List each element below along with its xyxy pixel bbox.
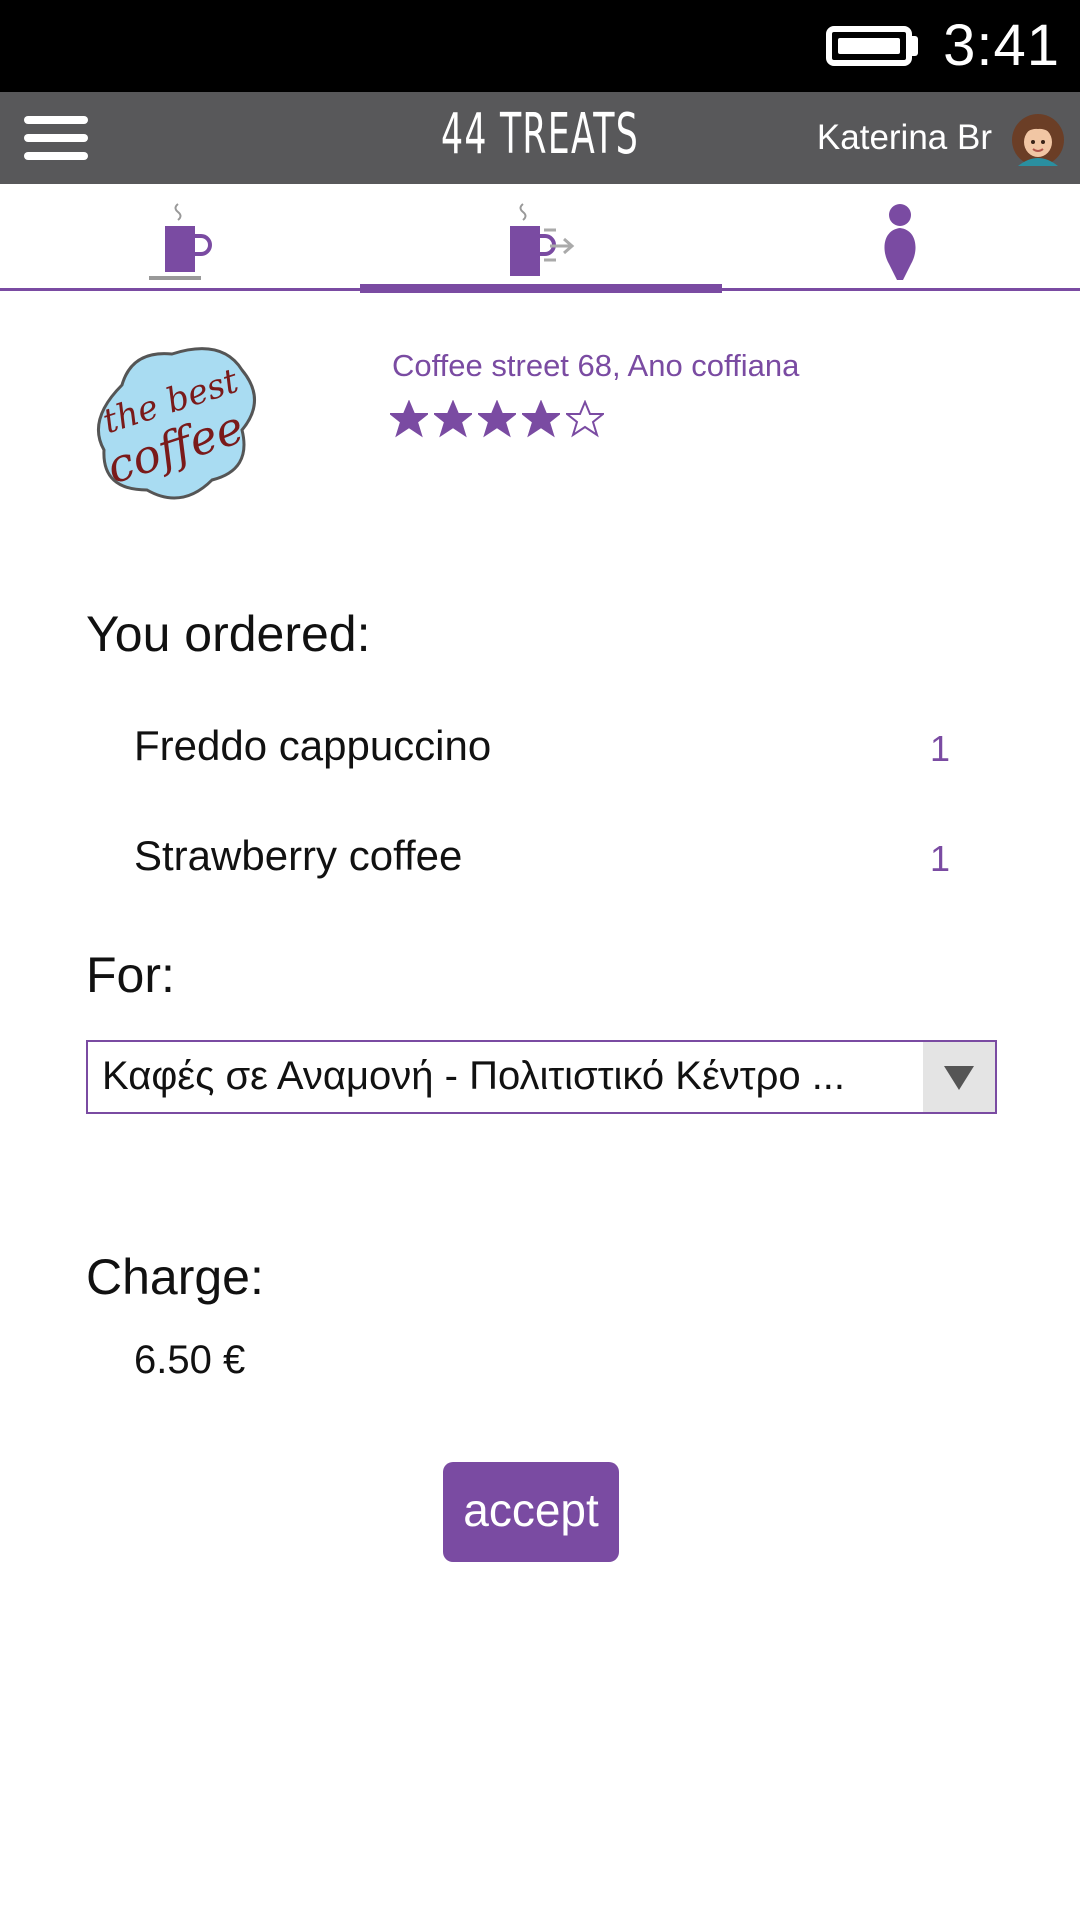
app-brand-title: 44 TREATS (441, 102, 639, 167)
shop-logo: the best coffee (96, 347, 256, 500)
order-item-qty: 1 (929, 838, 951, 879)
star-empty-icon (566, 400, 604, 438)
order-item-name: Freddo cappuccino (134, 722, 492, 769)
coffee-send-icon (510, 203, 575, 276)
charge-title: Charge: (86, 1249, 264, 1305)
shop-rating (390, 400, 604, 442)
star-filled-icon (434, 400, 472, 438)
tab-bar (0, 184, 1080, 293)
star-filled-icon (478, 400, 516, 438)
star-filled-icon (390, 400, 428, 438)
recipient-select-value: Καφές σε Αναμονή - Πολιτιστικό Κέντρο ..… (102, 1054, 846, 1098)
shop-address[interactable]: Coffee street 68, Ano coffiana (392, 348, 799, 384)
tab-coffee[interactable] (0, 184, 360, 288)
user-name[interactable]: Katerina Br (817, 118, 992, 158)
charge-amount: 6.50 € (134, 1338, 246, 1382)
dropdown-toggle[interactable] (923, 1042, 995, 1112)
coffee-cup-icon (149, 203, 212, 280)
active-tab-indicator (360, 284, 722, 293)
recipient-select[interactable]: Καφές σε Αναμονή - Πολιτιστικό Κέντρο ..… (86, 1040, 997, 1114)
order-title: You ordered: (86, 606, 371, 662)
accept-button[interactable]: accept (443, 1462, 619, 1562)
user-avatar[interactable] (1012, 114, 1064, 166)
status-bar: 3:41 (0, 0, 1080, 92)
order-item-qty: 1 (929, 728, 951, 769)
tab-send-coffee[interactable] (360, 184, 720, 288)
for-title: For: (86, 947, 175, 1003)
tab-profile[interactable] (720, 184, 1080, 288)
app-bar: 44 TREATS Katerina Br (0, 92, 1080, 184)
star-filled-icon (522, 400, 560, 438)
battery-tip (912, 36, 918, 56)
order-item-name: Strawberry coffee (134, 832, 463, 879)
person-icon (884, 204, 916, 280)
status-clock: 3:41 (943, 13, 1060, 78)
chevron-down-icon (944, 1066, 974, 1090)
hamburger-menu-icon[interactable] (24, 116, 88, 160)
battery-icon (826, 26, 912, 66)
